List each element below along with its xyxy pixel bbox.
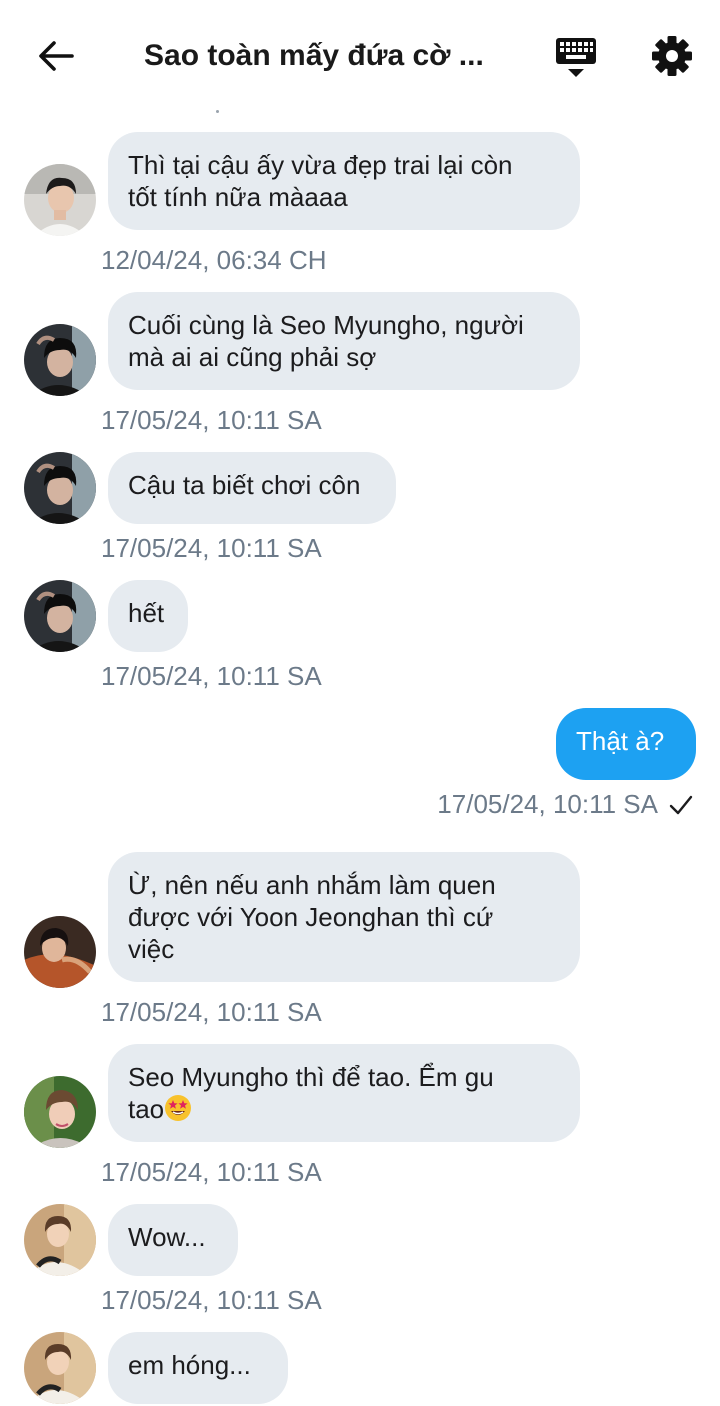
- avatar[interactable]: [24, 324, 96, 396]
- star-struck-emoji: [165, 1095, 192, 1121]
- message-bubble[interactable]: Cậu ta biết chơi côn: [108, 452, 396, 524]
- avatar[interactable]: [24, 1332, 96, 1404]
- message-timestamp: 17/05/24, 10:11 SA: [101, 661, 322, 691]
- conversation-title[interactable]: Sao toàn mấy đứa cờ ...: [144, 36, 489, 76]
- message-bubble[interactable]: em hóng...: [108, 1332, 288, 1404]
- message-bubble[interactable]: Thì tại cậu ấy vừa đẹp trai lại còn tốt …: [108, 132, 580, 230]
- message-bubble-outgoing[interactable]: Thật à?: [556, 708, 696, 780]
- message-timestamp: 17/05/24, 10:11 SA: [101, 533, 322, 563]
- checkmark-icon: [669, 795, 693, 815]
- gear-icon: [652, 36, 692, 76]
- message-timestamp: 17/05/24, 10:11 SA: [101, 997, 322, 1027]
- message-bubble[interactable]: Cuối cùng là Seo Myungho, người mà ai ai…: [108, 292, 580, 390]
- back-button[interactable]: [30, 34, 82, 78]
- keyboard-hide-icon: [556, 38, 596, 77]
- message-bubble[interactable]: Wow...: [108, 1204, 238, 1276]
- message-timestamp: 17/05/24, 10:11 SA: [101, 1285, 322, 1315]
- message-timestamp: 12/04/24, 06:34 CH: [101, 245, 327, 275]
- avatar[interactable]: [24, 452, 96, 524]
- arrow-left-icon: [39, 41, 74, 71]
- keyboard-toggle-button[interactable]: [552, 34, 600, 80]
- settings-button[interactable]: [648, 32, 696, 80]
- chat-header: Sao toàn mấy đứa cờ ...: [0, 0, 720, 112]
- avatar[interactable]: [24, 916, 96, 988]
- scroll-dot: [216, 110, 219, 113]
- message-timestamp: 17/05/24, 10:11 SA: [101, 405, 322, 435]
- message-bubble[interactable]: hết: [108, 580, 188, 652]
- avatar[interactable]: [24, 164, 96, 236]
- avatar[interactable]: [24, 580, 96, 652]
- message-timestamp: 17/05/24, 10:11 SA: [437, 789, 658, 819]
- message-bubble[interactable]: Seo Myungho thì để tao. Ểm gu tao: [108, 1044, 580, 1142]
- message-bubble[interactable]: Ừ, nên nếu anh nhắm làm quen được với Yo…: [108, 852, 580, 982]
- message-timestamp: 17/05/24, 10:11 SA: [101, 1157, 322, 1187]
- avatar[interactable]: [24, 1076, 96, 1148]
- avatar[interactable]: [24, 1204, 96, 1276]
